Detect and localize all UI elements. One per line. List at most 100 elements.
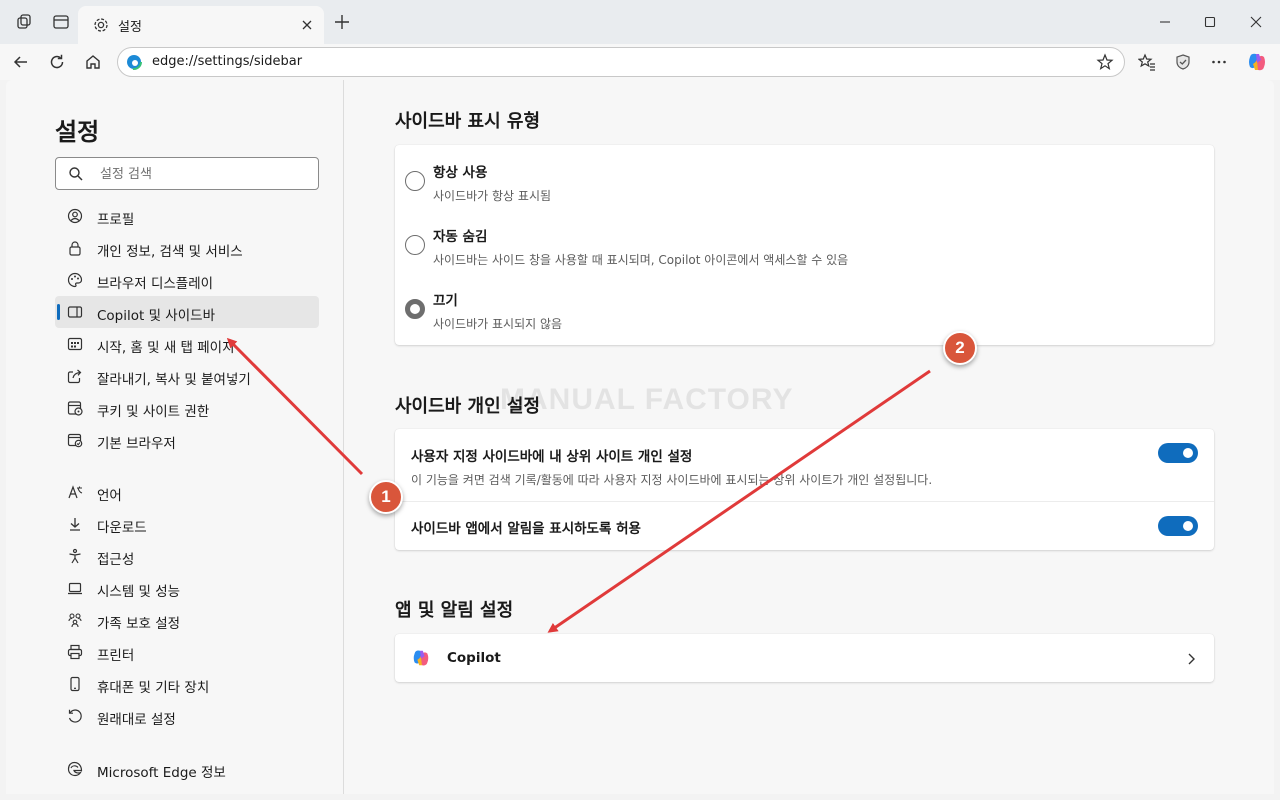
- edge-logo-icon: [126, 54, 142, 74]
- sidebar-item-family-safety[interactable]: 가족 보호 설정: [55, 604, 319, 636]
- sidebar-item-label: Copilot 및 사이드바: [97, 308, 215, 324]
- lock-icon: [69, 241, 81, 256]
- title-bar: 설정: [0, 0, 1280, 44]
- settings-title: 설정: [55, 118, 100, 146]
- palette-icon: [67, 272, 83, 288]
- radio-desc: 사이드바가 표시되지 않음: [433, 317, 563, 331]
- sidebar-item-accessibility[interactable]: 접근성: [55, 540, 319, 572]
- radio-desc: 사이드바는 사이드 창을 사용할 때 표시되며, Copilot 아이콘에서 액…: [433, 253, 849, 267]
- section-title-apps: 앱 및 알림 설정: [395, 600, 514, 621]
- gear-icon: [92, 16, 110, 38]
- maximize-icon[interactable]: [1196, 8, 1224, 36]
- annotation-badge-1: 1: [369, 480, 403, 514]
- radio-option-auto-hide[interactable]: 자동 숨김 사이드바는 사이드 창을 사용할 때 표시되며, Copilot 아…: [395, 209, 1214, 273]
- sidebar-item-privacy[interactable]: 개인 정보, 검색 및 서비스: [55, 232, 319, 264]
- display-type-card: 항상 사용 사이드바가 항상 표시됨 자동 숨김 사이드바는 사이드 창을 사용…: [395, 145, 1214, 345]
- tab-settings[interactable]: 설정: [78, 6, 324, 44]
- share-icon: [67, 369, 82, 384]
- radio-desc: 사이드바가 항상 표시됨: [433, 189, 552, 203]
- cookie-icon: [67, 401, 83, 416]
- app-row-copilot[interactable]: Copilot: [395, 634, 1214, 682]
- refresh-icon[interactable]: [43, 48, 71, 76]
- home-icon[interactable]: [79, 48, 107, 76]
- apps-card: Copilot: [395, 634, 1214, 682]
- sidebar-item-start-home[interactable]: 시작, 홈 및 새 탭 페이지: [55, 328, 319, 360]
- address-bar[interactable]: edge://settings/sidebar: [117, 47, 1125, 77]
- printer-icon: [67, 644, 83, 660]
- sidebar-item-label: 개인 정보, 검색 및 서비스: [97, 244, 243, 260]
- back-icon[interactable]: [7, 48, 35, 76]
- sidebar-item-reset[interactable]: 원래대로 설정: [55, 700, 319, 732]
- download-icon: [70, 518, 80, 531]
- home-grid-icon: [67, 337, 83, 351]
- sidebar-item-system-performance[interactable]: 시스템 및 성능: [55, 572, 319, 604]
- sidebar-item-printers[interactable]: 프린터: [55, 636, 319, 668]
- sidebar-item-phone-devices[interactable]: 휴대폰 및 기타 장치: [55, 668, 319, 700]
- tab-actions-icon[interactable]: [49, 10, 73, 34]
- radio-button[interactable]: [405, 235, 425, 255]
- radio-button[interactable]: [405, 171, 425, 191]
- sidebar-item-label: 접근성: [97, 552, 135, 568]
- family-icon: [68, 613, 82, 628]
- radio-option-always[interactable]: 항상 사용 사이드바가 항상 표시됨: [395, 145, 1214, 209]
- close-window-icon[interactable]: [1242, 8, 1270, 36]
- sidebar-item-label: 가족 보호 설정: [97, 616, 181, 632]
- sidebar-item-appearance[interactable]: 브라우저 디스플레이: [55, 264, 319, 296]
- close-tab-icon[interactable]: [296, 14, 318, 36]
- copilot-toolbar-icon[interactable]: [1243, 48, 1271, 76]
- sidebar-item-cookies[interactable]: 쿠키 및 사이트 권한: [55, 392, 319, 424]
- toggle-top-sites[interactable]: [1158, 443, 1198, 463]
- setting-title: 사용자 지정 사이드바에 내 상위 사이트 개인 설정: [411, 449, 693, 465]
- sidebar-item-downloads[interactable]: 다운로드: [55, 508, 319, 540]
- browser-icon: [67, 433, 83, 448]
- search-icon: [68, 166, 84, 186]
- copilot-icon: [411, 648, 431, 672]
- settings-search[interactable]: [55, 157, 319, 190]
- setting-desc: 이 기능을 켜면 검색 기록/활동에 따라 사용자 지정 사이드바에 표시되는 …: [411, 473, 933, 487]
- sidebar-item-label: 프로필: [97, 212, 135, 228]
- sidebar-item-label: 다운로드: [97, 520, 147, 536]
- sidebar-item-label: 언어: [97, 488, 122, 504]
- sidebar-item-label: 시스템 및 성능: [97, 584, 181, 600]
- workspaces-icon[interactable]: [13, 10, 37, 34]
- app-label: Copilot: [447, 650, 501, 666]
- sidebar-item-label: 기본 브라우저: [97, 436, 176, 452]
- sidebar-item-profile[interactable]: 프로필: [55, 200, 319, 232]
- radio-title: 끄기: [433, 293, 458, 309]
- radio-button-checked[interactable]: [405, 299, 425, 319]
- settings-main: 사이드바 표시 유형 항상 사용 사이드바가 항상 표시됨 자동 숨김 사이드바…: [345, 80, 1274, 794]
- sidebar-item-label: 잘라내기, 복사 및 붙여넣기: [97, 372, 251, 388]
- chevron-right-icon: [1186, 651, 1196, 670]
- edge-icon: [67, 761, 83, 777]
- sidebar-item-copilot-sidebar[interactable]: Copilot 및 사이드바: [55, 296, 319, 328]
- more-options-icon[interactable]: [1205, 48, 1233, 76]
- setting-row-top-sites: 사용자 지정 사이드바에 내 상위 사이트 개인 설정 이 기능을 켜면 검색 …: [395, 429, 1214, 501]
- sidebar-item-clipboard[interactable]: 잘라내기, 복사 및 붙여넣기: [55, 360, 319, 392]
- sidebar-item-label: Microsoft Edge 정보: [97, 765, 226, 781]
- watermark: MANUAL FACTORY: [500, 383, 794, 416]
- sidebar-item-default-browser[interactable]: 기본 브라우저: [55, 424, 319, 456]
- reset-icon: [68, 709, 82, 723]
- radio-title: 항상 사용: [433, 165, 488, 181]
- favorite-star-icon[interactable]: [1096, 53, 1114, 75]
- sidebar-item-label: 브라우저 디스플레이: [97, 276, 214, 292]
- setting-title: 사이드바 앱에서 알림을 표시하도록 허용: [411, 521, 641, 537]
- sidebar-item-about-edge[interactable]: Microsoft Edge 정보: [55, 753, 319, 785]
- laptop-icon: [68, 582, 82, 595]
- browser-essentials-icon[interactable]: [1169, 48, 1197, 76]
- profile-icon: [67, 208, 83, 224]
- sidebar-item-label: 프린터: [97, 648, 135, 664]
- favorites-icon[interactable]: [1133, 48, 1161, 76]
- toggle-notifications[interactable]: [1158, 516, 1198, 536]
- tab-title: 설정: [118, 20, 142, 35]
- minimize-icon[interactable]: [1151, 8, 1179, 36]
- new-tab-icon[interactable]: [330, 10, 354, 34]
- phone-icon: [70, 676, 80, 692]
- section-title-display-type: 사이드바 표시 유형: [395, 111, 541, 132]
- search-input[interactable]: [100, 164, 300, 184]
- sidebar-item-label: 휴대폰 및 기타 장치: [97, 680, 210, 696]
- url-text: edge://settings/sidebar: [152, 54, 303, 69]
- sidebar-item-languages[interactable]: 언어: [55, 476, 319, 508]
- radio-option-off[interactable]: 끄기 사이드바가 표시되지 않음: [395, 273, 1214, 337]
- radio-title: 자동 숨김: [433, 229, 488, 245]
